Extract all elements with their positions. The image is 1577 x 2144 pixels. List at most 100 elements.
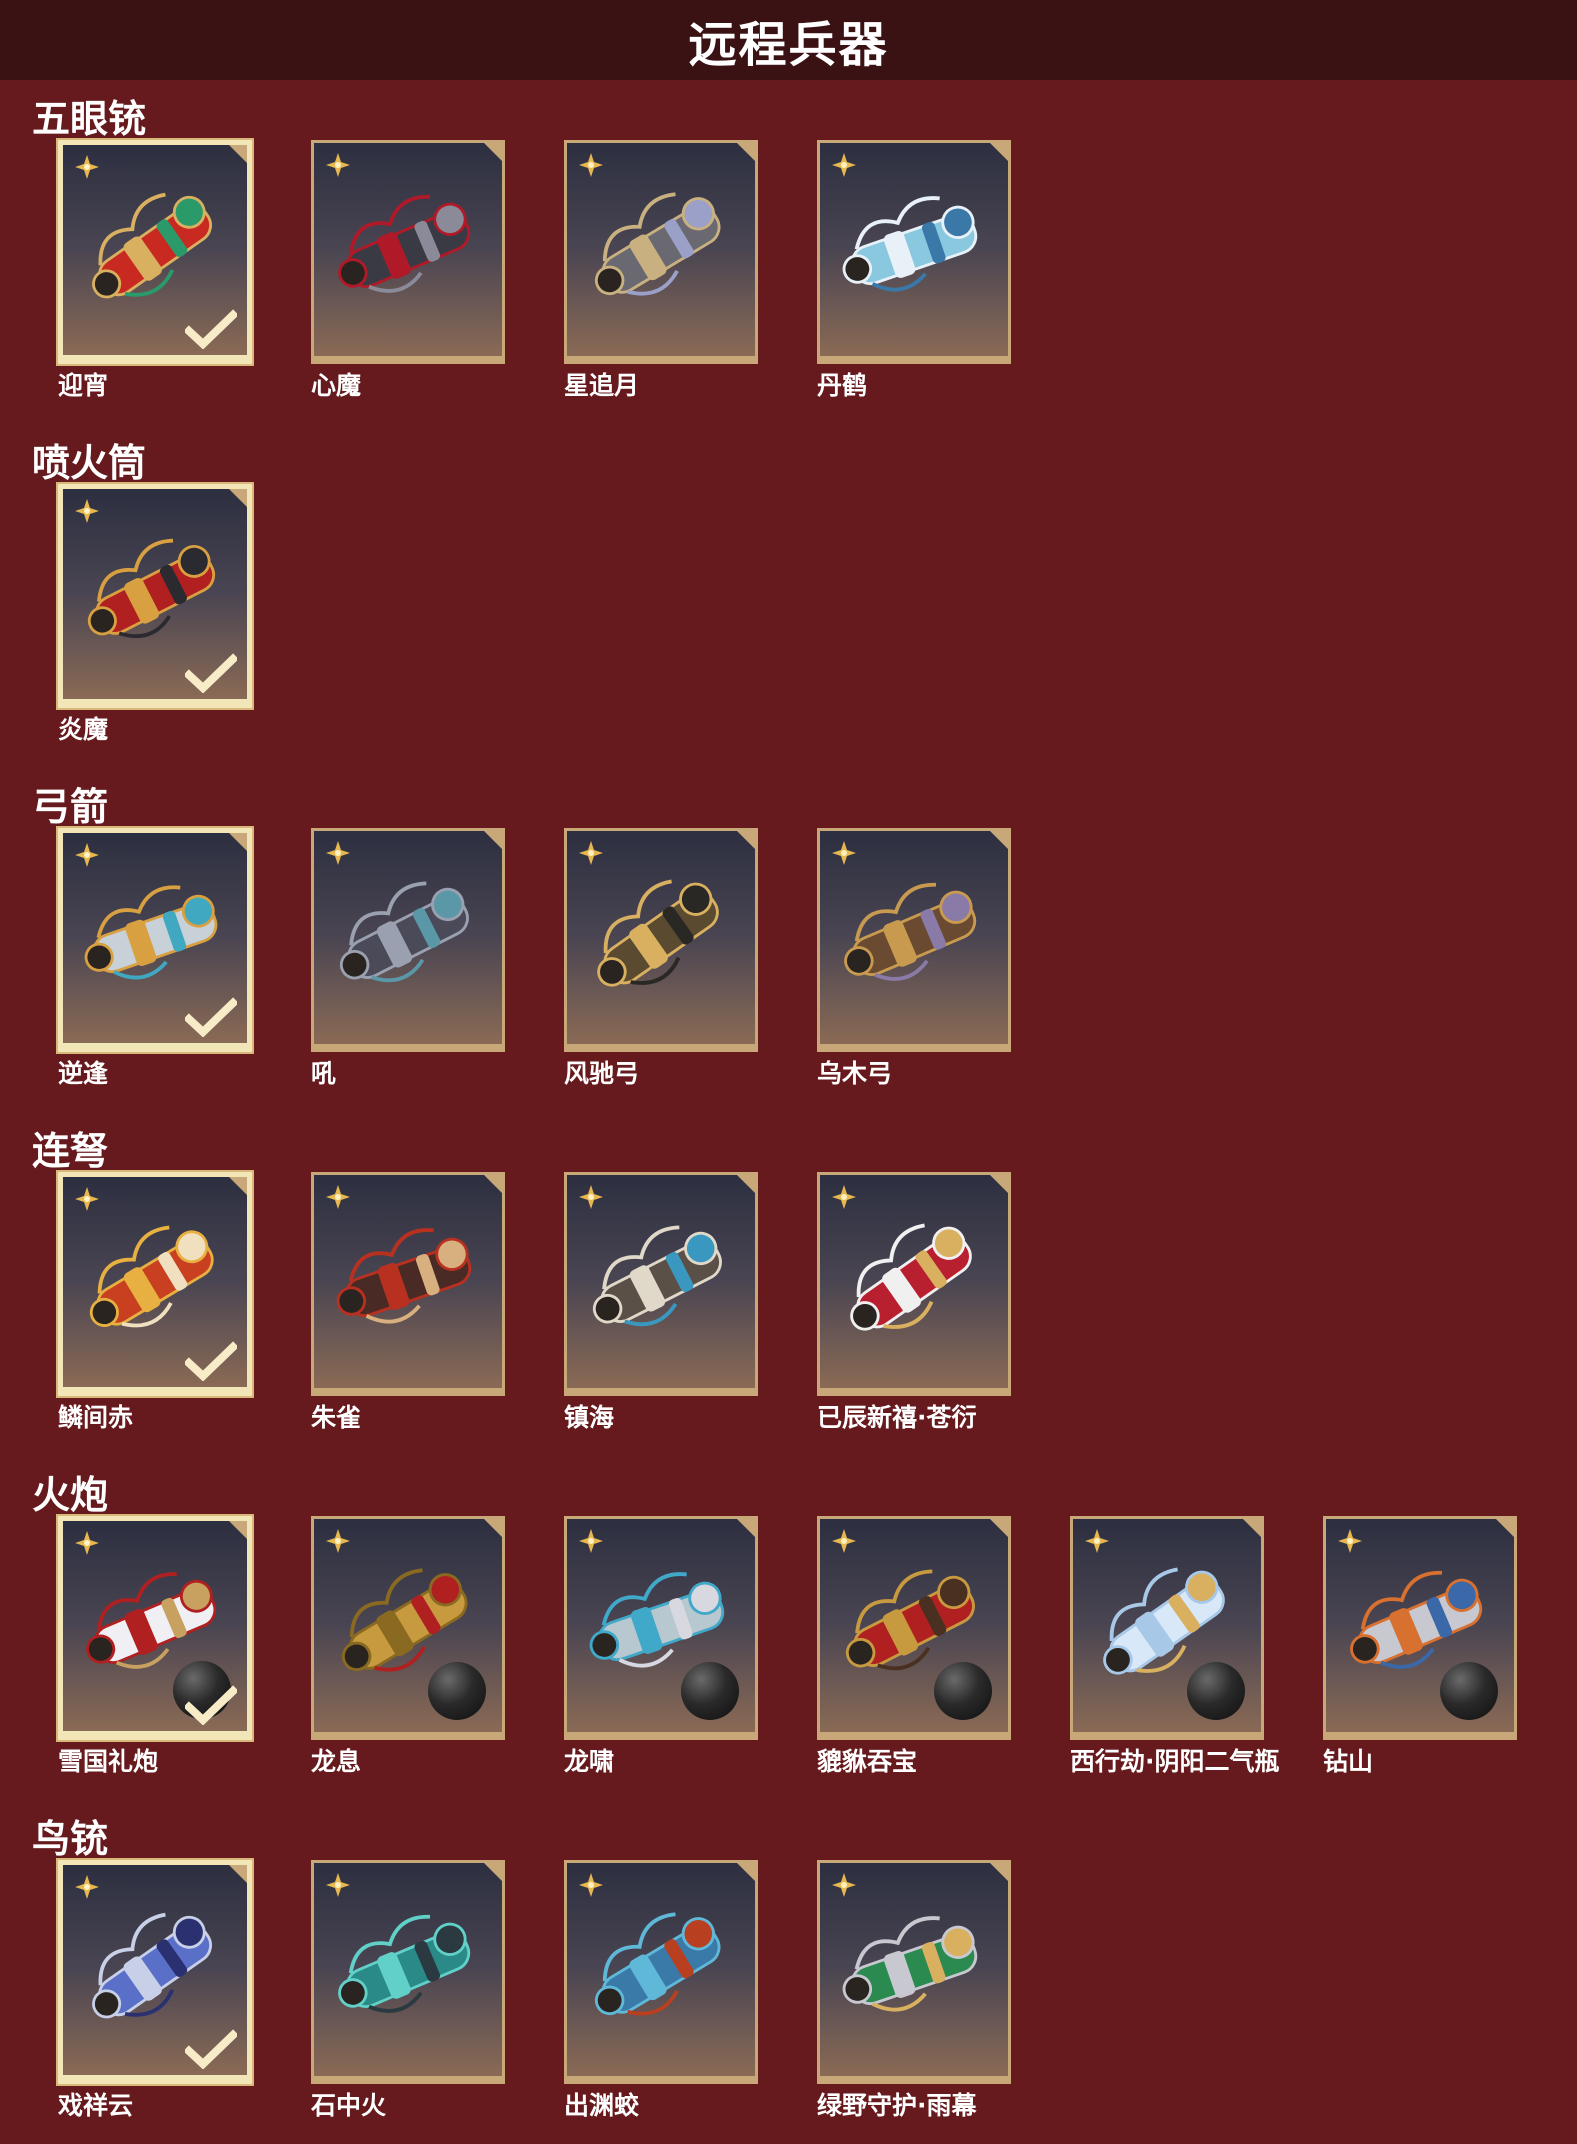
rarity-star-icon	[579, 841, 603, 865]
rarity-star-icon	[579, 153, 603, 177]
rarity-star-icon	[75, 1531, 99, 1555]
category-title: 连弩	[32, 1129, 109, 1173]
corner-tab-icon	[737, 831, 755, 849]
rarity-star-icon	[326, 1529, 350, 1553]
rarity-star-icon	[75, 843, 99, 867]
weapon-category-section: 火炮 雪国礼炮 龙息 龙啸 貔貅吞宝 西行劫·阴阳二气瓶 钻山	[0, 1456, 1577, 1800]
weapon-card[interactable]	[817, 828, 1011, 1052]
weapon-card[interactable]	[817, 140, 1011, 364]
corner-tab-icon	[229, 833, 247, 851]
rarity-star-icon	[75, 1187, 99, 1211]
weapon-card[interactable]	[817, 1516, 1011, 1740]
corner-tab-icon	[229, 1865, 247, 1883]
weapon-card[interactable]	[564, 1172, 758, 1396]
weapon-item[interactable]: 雪国礼炮	[58, 1516, 252, 1776]
weapon-name: 西行劫·阴阳二气瓶	[1070, 1747, 1280, 1776]
weapon-card[interactable]	[58, 140, 252, 364]
weapon-item[interactable]: 貔貅吞宝	[817, 1516, 1011, 1776]
cannonball-icon	[1440, 1662, 1498, 1720]
weapon-card[interactable]	[58, 484, 252, 708]
weapon-item[interactable]: 西行劫·阴阳二气瓶	[1070, 1516, 1280, 1776]
weapon-name: 钻山	[1323, 1747, 1374, 1776]
weapon-card[interactable]	[58, 1860, 252, 2084]
rarity-star-icon	[579, 1873, 603, 1897]
rarity-star-icon	[579, 1185, 603, 1209]
weapon-item[interactable]: 逆逢	[58, 828, 252, 1088]
weapon-item[interactable]: 戏祥云	[58, 1860, 252, 2120]
weapon-card[interactable]	[817, 1860, 1011, 2084]
weapon-card[interactable]	[1070, 1516, 1264, 1740]
rarity-star-icon	[326, 1873, 350, 1897]
corner-tab-icon	[990, 1175, 1008, 1193]
weapon-item[interactable]: 吼	[311, 828, 505, 1088]
weapon-category-section: 鸟铳 戏祥云 石中火 出渊蛟 绿野守护·雨幕	[0, 1800, 1577, 2144]
checkmark-icon	[185, 1341, 237, 1381]
weapon-item[interactable]: 炎魔	[58, 484, 252, 744]
weapon-item[interactable]: 出渊蛟	[564, 1860, 758, 2120]
weapon-item[interactable]: 迎宵	[58, 140, 252, 400]
weapon-name: 乌木弓	[817, 1059, 893, 1088]
cannonball-icon	[1187, 1662, 1245, 1720]
corner-tab-icon	[990, 831, 1008, 849]
weapon-name: 镇海	[564, 1403, 615, 1432]
corner-tab-icon	[737, 1175, 755, 1193]
weapon-item[interactable]: 朱雀	[311, 1172, 505, 1432]
corner-tab-icon	[229, 1177, 247, 1195]
weapon-item[interactable]: 龙息	[311, 1516, 505, 1776]
weapon-name: 星追月	[564, 371, 640, 400]
rarity-star-icon	[579, 1529, 603, 1553]
weapon-card[interactable]	[564, 1860, 758, 2084]
rarity-star-icon	[326, 1185, 350, 1209]
weapon-name: 丹鹤	[817, 371, 868, 400]
corner-tab-icon	[1243, 1519, 1261, 1537]
corner-tab-icon	[990, 1519, 1008, 1537]
corner-tab-icon	[484, 831, 502, 849]
weapon-item[interactable]: 心魔	[311, 140, 505, 400]
weapon-name: 炎魔	[58, 715, 109, 744]
checkmark-icon	[185, 653, 237, 693]
corner-tab-icon	[484, 143, 502, 161]
weapon-card[interactable]	[564, 1516, 758, 1740]
category-title: 喷火筒	[32, 441, 147, 485]
weapon-item[interactable]: 绿野守护·雨幕	[817, 1860, 1011, 2120]
weapon-card[interactable]	[311, 1172, 505, 1396]
rarity-star-icon	[832, 841, 856, 865]
weapon-item[interactable]: 风驰弓	[564, 828, 758, 1088]
weapon-item[interactable]: 星追月	[564, 140, 758, 400]
weapon-card[interactable]	[311, 1860, 505, 2084]
weapon-item[interactable]: 龙啸	[564, 1516, 758, 1776]
weapon-card[interactable]	[58, 1516, 252, 1740]
weapon-item[interactable]: 已辰新禧·苍衍	[817, 1172, 1011, 1432]
weapon-item[interactable]: 乌木弓	[817, 828, 1011, 1088]
weapon-name: 龙啸	[564, 1747, 615, 1776]
weapon-item[interactable]: 钻山	[1323, 1516, 1517, 1776]
weapon-category-section: 弓箭 逆逢 吼 风驰弓 乌木弓	[0, 768, 1577, 1112]
corner-tab-icon	[990, 143, 1008, 161]
weapon-card[interactable]	[311, 828, 505, 1052]
weapon-card[interactable]	[58, 1172, 252, 1396]
weapon-card[interactable]	[311, 140, 505, 364]
checkmark-icon	[185, 2029, 237, 2069]
weapon-card[interactable]	[564, 140, 758, 364]
corner-tab-icon	[990, 1863, 1008, 1881]
weapon-item[interactable]: 石中火	[311, 1860, 505, 2120]
category-title: 五眼铳	[32, 97, 147, 141]
corner-tab-icon	[484, 1863, 502, 1881]
cannonball-icon	[681, 1662, 739, 1720]
weapon-item[interactable]: 丹鹤	[817, 140, 1011, 400]
weapon-item[interactable]: 鳞间赤	[58, 1172, 252, 1432]
weapon-card[interactable]	[817, 1172, 1011, 1396]
weapon-name: 戏祥云	[58, 2091, 134, 2120]
weapon-item[interactable]: 镇海	[564, 1172, 758, 1432]
weapon-card[interactable]	[564, 828, 758, 1052]
rarity-star-icon	[832, 1529, 856, 1553]
rarity-star-icon	[326, 153, 350, 177]
rarity-star-icon	[75, 499, 99, 523]
corner-tab-icon	[737, 143, 755, 161]
weapon-name: 吼	[311, 1059, 337, 1088]
corner-tab-icon	[229, 489, 247, 507]
weapon-card[interactable]	[1323, 1516, 1517, 1740]
weapon-category-section: 五眼铳 迎宵 心魔 星追月 丹鹤	[0, 80, 1577, 424]
weapon-card[interactable]	[311, 1516, 505, 1740]
weapon-card[interactable]	[58, 828, 252, 1052]
